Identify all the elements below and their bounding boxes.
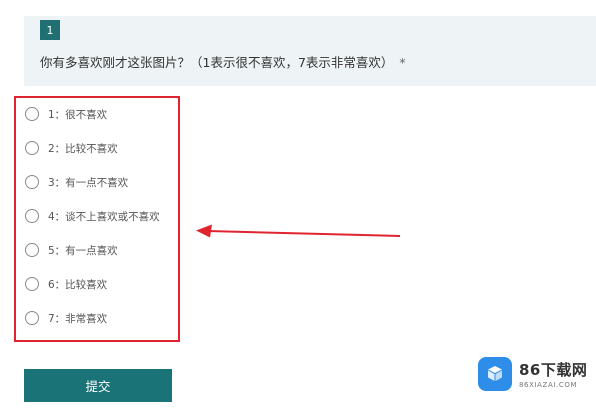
options-highlight-box: 1：很不喜欢 2：比较不喜欢 3：有一点不喜欢 4：谈不上喜欢或不喜欢 5：有一… [14,96,180,342]
radio-button[interactable] [25,243,39,257]
watermark: 86下载网 86XIAZAI.COM [478,356,587,392]
question-title: 你有多喜欢刚才这张图片？（1表示很不喜欢，7表示非常喜欢） * [40,52,406,71]
watermark-domain: 86XIAZAI.COM [519,381,578,389]
option-7[interactable]: 7：非常喜欢 [25,309,107,327]
option-4[interactable]: 4：谈不上喜欢或不喜欢 [25,207,160,225]
box-logo-icon [478,357,512,391]
radio-button[interactable] [25,175,39,189]
watermark-name: 86下载网 [519,361,588,379]
red-arrow-icon [196,224,401,238]
option-label: 2：比较不喜欢 [48,142,118,155]
option-label: 5：有一点喜欢 [48,244,118,257]
option-3[interactable]: 3：有一点不喜欢 [25,173,128,191]
required-mark: * [399,55,406,70]
option-2[interactable]: 2：比较不喜欢 [25,139,118,157]
option-label: 4：谈不上喜欢或不喜欢 [48,210,160,223]
option-label: 3：有一点不喜欢 [48,176,129,189]
radio-button[interactable] [25,311,39,325]
option-6[interactable]: 6：比较喜欢 [25,275,107,293]
radio-button[interactable] [25,107,39,121]
question-text: 你有多喜欢刚才这张图片？（1表示很不喜欢，7表示非常喜欢） [40,55,394,70]
question-number-badge: 1 [40,20,60,40]
option-label: 7：非常喜欢 [48,312,108,325]
radio-button[interactable] [25,277,39,291]
question-header: 1 你有多喜欢刚才这张图片？（1表示很不喜欢，7表示非常喜欢） * [24,16,596,86]
option-label: 6：比较喜欢 [48,278,108,291]
option-5[interactable]: 5：有一点喜欢 [25,241,118,259]
radio-button[interactable] [25,209,39,223]
submit-button[interactable]: 提交 [24,369,172,402]
option-1[interactable]: 1：很不喜欢 [25,105,107,123]
option-label: 1：很不喜欢 [48,108,108,121]
radio-button[interactable] [25,141,39,155]
